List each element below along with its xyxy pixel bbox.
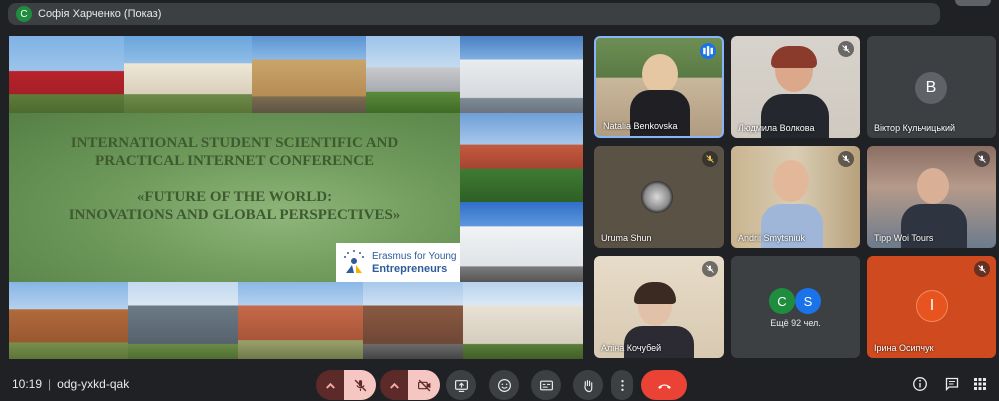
participant-tile[interactable]: Людмила Волкова xyxy=(731,36,860,138)
participant-tile[interactable]: Аліна Кочубей xyxy=(594,256,724,358)
erasmus-logo-icon xyxy=(344,249,364,273)
participant-name: Людмила Волкова xyxy=(738,123,815,133)
participant-video xyxy=(773,160,809,202)
slide-photo xyxy=(366,36,460,113)
participant-video xyxy=(917,168,949,204)
meeting-details-icon[interactable] xyxy=(912,376,928,392)
slide-photo xyxy=(238,282,363,359)
chat-icon[interactable] xyxy=(944,376,960,392)
captions-icon xyxy=(539,380,553,390)
slide-title-line: INTERNATIONAL STUDENT SCIENTIFIC AND xyxy=(70,135,399,151)
participant-avatar: C xyxy=(769,288,795,314)
presenter-avatar: C xyxy=(16,6,32,22)
present-screen-icon xyxy=(454,379,468,392)
slide-photo xyxy=(124,36,252,113)
more-options-button[interactable] xyxy=(611,370,633,400)
slide-subtitle-line: INNOVATIONS AND GLOBAL PERSPECTIVES» xyxy=(68,207,401,223)
more-participants-label: Ещё 92 чел. xyxy=(770,318,821,328)
participant-avatar: S xyxy=(795,288,821,314)
slide-photo xyxy=(9,282,128,359)
participant-avatar: B xyxy=(915,72,947,104)
participant-tile[interactable]: B Віктор Кульчицький xyxy=(867,36,996,138)
slide-photo xyxy=(128,282,238,359)
participant-tile[interactable]: Natalia Benkovska xyxy=(594,36,724,138)
more-participants-tile[interactable]: C S Ещё 92 чел. xyxy=(731,256,860,358)
more-vertical-icon xyxy=(620,379,624,391)
emoji-icon xyxy=(497,378,511,392)
meeting-code: odg-yxkd-qak xyxy=(57,377,130,391)
erasmus-logo-line: Erasmus for Young xyxy=(372,250,457,262)
chevron-up-icon xyxy=(389,382,399,389)
mic-off-icon xyxy=(974,261,990,277)
mic-off-icon xyxy=(354,379,366,391)
presenter-label: Софія Харченко (Показ) xyxy=(38,8,162,20)
leave-call-button[interactable] xyxy=(641,370,687,400)
corner-indicator xyxy=(955,0,991,6)
participant-name: Віктор Кульчицький xyxy=(874,123,956,133)
participant-tile[interactable]: Uruma Shun xyxy=(594,146,724,248)
slide-photo xyxy=(460,36,583,113)
clock-time: 10:19 xyxy=(12,377,43,391)
participant-avatar xyxy=(641,181,673,213)
raise-hand-button[interactable] xyxy=(573,370,603,400)
camera-options-button[interactable] xyxy=(380,370,408,400)
slide-subtitle-line: «FUTURE OF THE WORLD: xyxy=(136,189,333,205)
participant-video xyxy=(642,54,678,94)
participant-video xyxy=(624,326,694,358)
participant-video xyxy=(634,282,676,304)
participant-name: Natalia Benkovska xyxy=(603,121,678,131)
erasmus-logo-line: Entrepreneurs xyxy=(372,262,448,275)
activities-icon[interactable] xyxy=(972,376,988,392)
slide-photo xyxy=(9,36,124,113)
captions-button[interactable] xyxy=(531,370,561,400)
participant-name: Аліна Кочубей xyxy=(601,343,662,353)
audio-bars-icon xyxy=(703,46,713,56)
reactions-button[interactable] xyxy=(489,370,519,400)
participant-name: Tipp Woi Tours xyxy=(874,233,934,243)
slide-photo xyxy=(252,36,366,113)
slide-photo xyxy=(463,282,583,359)
slide-photo xyxy=(460,113,583,202)
mic-off-icon xyxy=(838,151,854,167)
meeting-controls-bar: 10:19 | odg-yxkd-qak xyxy=(0,368,999,401)
presentation-slide: INTERNATIONAL STUDENT SCIENTIFIC AND PRA… xyxy=(9,36,583,359)
mic-off-icon xyxy=(702,261,718,277)
hand-icon xyxy=(583,379,592,392)
participant-tile[interactable]: Tipp Woi Tours xyxy=(867,146,996,248)
mic-off-icon xyxy=(838,41,854,57)
slide-title: INTERNATIONAL STUDENT SCIENTIFIC AND PRA… xyxy=(9,134,460,170)
participant-name: Uruma Shun xyxy=(601,233,652,243)
speaking-indicator-icon xyxy=(700,43,716,59)
slide-photo xyxy=(460,202,583,282)
participant-name: Andrii Smytsniuk xyxy=(738,233,806,243)
end-call-icon xyxy=(657,383,671,389)
participant-name: Ірина Осипчук xyxy=(874,343,934,353)
erasmus-logo: Erasmus for Young Entrepreneurs xyxy=(336,243,460,282)
slide-photo xyxy=(363,282,463,359)
camera-off-icon xyxy=(417,379,430,391)
slide-title-line: PRACTICAL INTERNET CONFERENCE xyxy=(95,153,374,169)
slide-subtitle: «FUTURE OF THE WORLD: INNOVATIONS AND GL… xyxy=(9,188,460,224)
participant-video xyxy=(771,46,817,68)
chevron-up-icon xyxy=(325,382,335,389)
mic-off-icon xyxy=(974,151,990,167)
camera-toggle-button[interactable] xyxy=(408,370,440,400)
mic-options-button[interactable] xyxy=(316,370,344,400)
present-screen-button[interactable] xyxy=(446,370,476,400)
participant-avatar: I xyxy=(916,290,948,322)
presenter-bar[interactable]: C Софія Харченко (Показ) xyxy=(8,3,940,25)
meeting-info: 10:19 | odg-yxkd-qak xyxy=(12,377,130,391)
participant-tile[interactable]: I Ірина Осипчук xyxy=(867,256,996,358)
mic-toggle-button[interactable] xyxy=(344,370,376,400)
participant-tile[interactable]: Andrii Smytsniuk xyxy=(731,146,860,248)
mic-off-icon xyxy=(702,151,718,167)
